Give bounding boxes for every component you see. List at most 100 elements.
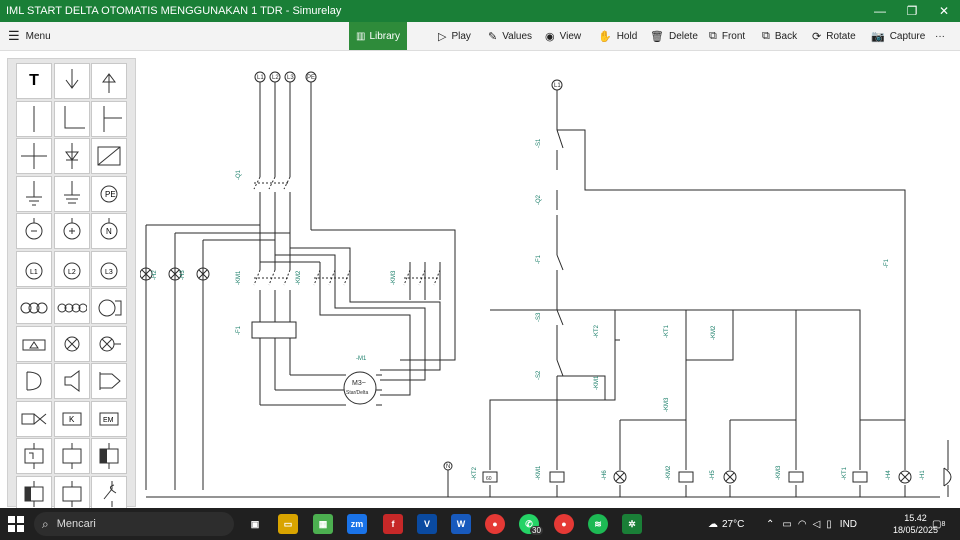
library-button[interactable]: ▥ Library [349,22,407,50]
rotate-button[interactable]: ⟳ Rotate [812,22,856,50]
maximize-button[interactable]: ❐ [896,4,928,18]
timer-value: 60 [486,476,492,482]
arrow-up-tool[interactable] [91,63,127,99]
diode-tool[interactable] [53,138,90,174]
coil-off-delay-icon [24,480,44,507]
visio-icon[interactable]: V [417,514,437,534]
wire-cross-icon [21,143,47,169]
converter-tool[interactable] [91,138,127,174]
coil-on-delay-tool[interactable] [53,475,90,512]
valve-tool[interactable] [16,400,52,437]
chevron-up-icon: ⌃ [766,518,775,530]
rotate-icon: ⟳ [812,30,822,43]
power-label-l1: L1 [257,75,264,81]
wire-tee-tool[interactable] [91,100,127,137]
text-tool[interactable]: T [16,63,52,99]
front-button[interactable]: ⧉ Front [709,22,745,50]
power-label-pe: PE [307,75,315,81]
horn-tool[interactable] [53,363,90,399]
terminal-l1-tool[interactable]: L1 [16,250,52,287]
weather-widget[interactable]: ☁ 27°C [708,508,744,540]
terminal-minus-tool[interactable] [16,213,52,249]
spotify-icon[interactable]: ≋ [588,514,608,534]
terminal-strip-tool[interactable] [16,288,52,324]
notification-count: 8 [941,520,946,528]
label-s1: -S1 [536,138,542,148]
view-button[interactable]: ◉ View [545,22,581,50]
minimize-button[interactable]: — [864,4,896,18]
lamp-side-tool[interactable] [91,325,127,362]
coil-tool[interactable] [53,438,90,474]
chrome-profile-icon[interactable]: ● [554,514,574,534]
view-label: View [559,30,582,42]
motor-tool[interactable] [91,288,127,324]
menu-button[interactable]: ☰ Menu [0,22,60,50]
back-button[interactable]: ⧉ Back [762,22,797,50]
foxit-icon[interactable]: f [383,514,403,534]
contact-no-tool[interactable] [91,475,127,512]
capture-button[interactable]: 📷 Capture [871,22,925,50]
simurelay-icon[interactable]: ✲ [622,514,642,534]
wifi-icon: ◠ [797,518,807,530]
search-icon: ⌕ [42,516,49,531]
earth-tool[interactable] [53,175,90,212]
converter-icon [97,146,121,166]
timer-coil-tool[interactable] [16,438,52,474]
windows-start-icon[interactable] [8,516,24,532]
play-button[interactable]: ▷ Play [438,22,471,50]
label-s2: -S2 [536,370,542,380]
ground-tool[interactable] [16,175,52,212]
label-km3-coil: -KM3 [776,465,782,480]
system-tray[interactable]: ⌃ ▭ ◠ ◁ ▯ IND [766,508,857,540]
zoom-icon[interactable]: zm [347,514,367,534]
values-button[interactable]: ✎ Values [488,22,532,50]
wire-corner-tool[interactable] [53,100,90,137]
lamp-tool[interactable] [53,325,90,362]
wire-cross-tool[interactable] [16,138,52,174]
arrow-up-icon [102,73,116,93]
terminal-l2-tool[interactable]: L2 [53,250,90,287]
file-explorer-icon[interactable]: ▭ [278,514,298,534]
label-km1-contact: -KM1 [594,375,600,390]
terminal-n-tool[interactable]: N [91,213,127,249]
label-km2: -KM2 [296,270,302,285]
notification-button[interactable]: ▢ 8 [932,508,945,540]
delete-button[interactable]: 🗑 Delete [650,22,698,50]
wire-vertical-tool[interactable] [16,100,52,137]
heater-tool[interactable] [16,325,52,362]
more-button[interactable]: ··· [935,22,945,50]
label-km2-coil: -KM2 [666,465,672,480]
timer-coil-icon [24,443,44,469]
label-kt2-coil: -KT2 [472,466,478,480]
label-h6: -H6 [602,470,608,480]
app-grid-icon[interactable]: ▦ [313,514,333,534]
buzzer-tool[interactable] [16,363,52,399]
coil-off-delay-tool[interactable] [16,475,52,512]
taskbar-search[interactable]: ⌕ Mencari [34,512,234,536]
power-label-l3: L3 [287,75,294,81]
heater-icon [22,339,46,350]
terminal-strip4-tool[interactable] [53,288,90,324]
relay-em-tool[interactable]: EM [91,400,127,437]
terminal-l3-tool[interactable]: L3 [91,250,127,287]
siren-tool[interactable] [91,363,127,399]
terminal-strip-icon [20,302,48,314]
coil-filled-tool[interactable] [91,438,127,474]
network-icon: ▭ [782,518,792,530]
rotate-label: Rotate [826,30,856,42]
word-icon[interactable]: W [451,514,471,534]
menu-label: Menu [25,30,51,42]
palette-grid: T PE N L1 L2 L3 K EM [16,63,127,512]
label-kt2-contact: -KT2 [594,324,600,338]
terminal-plus-tool[interactable] [53,213,90,249]
label-h2: -H2 [152,270,158,280]
arrow-down-tool[interactable] [53,63,90,99]
hold-button[interactable]: ✋ Hold [598,22,637,50]
terminal-l1-icon: L1 [25,262,43,279]
pe-terminal-tool[interactable]: PE [91,175,127,212]
close-button[interactable]: ✕ [928,4,960,18]
task-view-icon[interactable]: ▣ [245,514,265,534]
diagram-canvas[interactable]: L1 L2 L3 PE L1 N M3~ Star/Delta 60 -M1 -… [140,52,960,507]
relay-k-tool[interactable]: K [53,400,90,437]
chrome-icon[interactable]: ● [485,514,505,534]
